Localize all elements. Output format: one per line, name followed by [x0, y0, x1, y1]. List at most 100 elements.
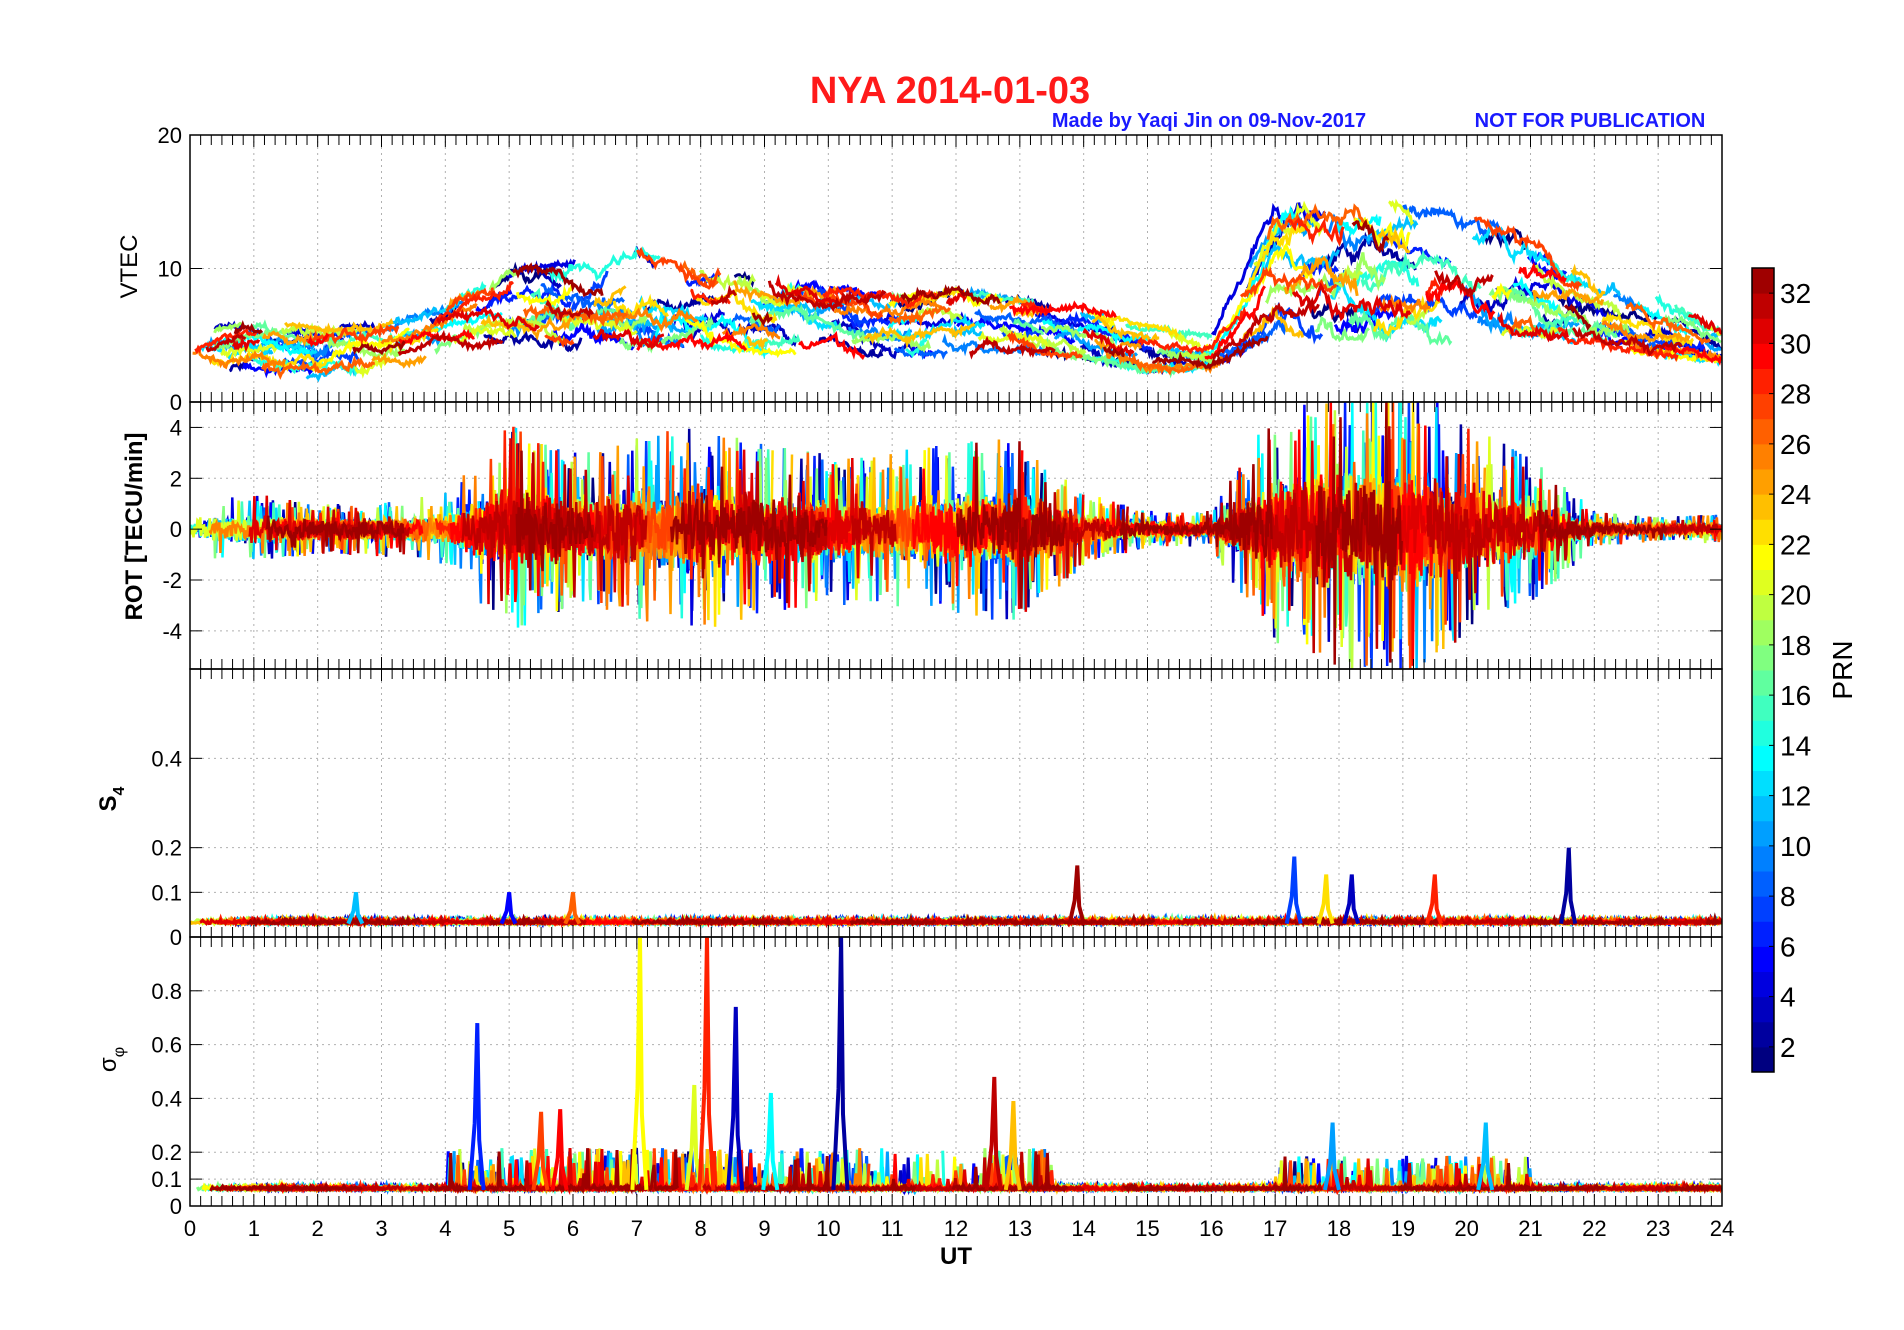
y-tick-label: 0 — [170, 517, 182, 542]
colorbar-tick-label: 16 — [1780, 680, 1811, 711]
colorbar-segment — [1752, 946, 1774, 972]
x-tick-label: 16 — [1199, 1216, 1223, 1241]
x-tick-label: 18 — [1327, 1216, 1351, 1241]
x-tick-label: 9 — [758, 1216, 770, 1241]
x-tick-label: 14 — [1071, 1216, 1095, 1241]
colorbar-segment — [1752, 695, 1774, 721]
peak-prn-21 — [630, 936, 649, 1191]
x-tick-label: 15 — [1135, 1216, 1159, 1241]
x-tick-label: 20 — [1454, 1216, 1478, 1241]
colorbar-tick-label: 8 — [1780, 881, 1796, 912]
colorbar-segment — [1752, 745, 1774, 771]
colorbar-segment — [1752, 820, 1774, 847]
x-tick-label: 6 — [567, 1216, 579, 1241]
y-tick-label: 0.4 — [151, 746, 182, 771]
colorbar-tick-label: 32 — [1780, 278, 1811, 309]
colorbar-segment — [1752, 644, 1774, 671]
y-axis-label: σφ — [95, 1047, 128, 1072]
colorbar-tick-label: 10 — [1780, 831, 1811, 862]
panel-s4: 0 0.1 0.2 0.4 S4 — [95, 668, 1723, 950]
x-tick-label: 0 — [184, 1216, 196, 1241]
panels-group: 01020VTEC-4-2024ROT [TECU/min]00.10.20.4… — [95, 123, 1734, 1270]
colorbar-tick-label: 26 — [1780, 429, 1811, 460]
colorbar: 2468101214161820222426283032PRN — [1751, 267, 1858, 1073]
y-tick-label: 0.2 — [151, 1140, 182, 1165]
x-tick-label: 3 — [375, 1216, 387, 1241]
y-tick-label: 20 — [158, 123, 182, 148]
y-tick-label: 0.6 — [151, 1033, 182, 1058]
x-tick-label: 12 — [944, 1216, 968, 1241]
y-tick-label: 0.4 — [151, 1086, 182, 1111]
x-tick-label: 11 — [881, 1216, 904, 1241]
colorbar-tick-label: 12 — [1780, 781, 1811, 812]
y-tick-label: -4 — [162, 619, 182, 644]
colorbar-tick-label: 2 — [1780, 1032, 1796, 1063]
y-tick-label: 10 — [158, 257, 182, 282]
colorbar-tick-label: 28 — [1780, 379, 1811, 410]
x-tick-label: 17 — [1263, 1216, 1287, 1241]
colorbar-segment — [1752, 1046, 1774, 1073]
colorbar-tick-label: 6 — [1780, 931, 1796, 962]
colorbar-segment — [1752, 519, 1774, 545]
colorbar-segment — [1752, 845, 1774, 872]
y-tick-label: 0 — [170, 925, 182, 950]
peak-prn-2 — [831, 936, 850, 1191]
y-tick-label: 0.8 — [151, 979, 182, 1004]
colorbar-segment — [1752, 443, 1774, 470]
colorbar-segment — [1752, 594, 1774, 621]
colorbar-segment — [1752, 418, 1774, 445]
grid — [190, 669, 1722, 937]
peak-prn-7 — [1284, 856, 1303, 925]
y-tick-label: 2 — [170, 466, 182, 491]
colorbar-segment — [1752, 896, 1774, 922]
y-axis-label: ROT [TECU/min] — [121, 433, 148, 621]
ionosphere-chart: NYA 2014-01-03 Made by Yaqi Jin on 09-No… — [95, 70, 1858, 1270]
x-tick-label: 23 — [1646, 1216, 1670, 1241]
peak-prn-13 — [761, 1092, 780, 1191]
x-tick-label: 22 — [1582, 1216, 1606, 1241]
panel-sigma-phi: 00.10.20.40.60.8σφ0 1 2 3 4 5 6 7 8 9 10 11 12 13 14 15… — [95, 936, 1734, 1270]
colorbar-tick-label: 22 — [1780, 529, 1811, 560]
prn-11-trace — [1595, 282, 1621, 296]
colorbar-segment — [1752, 1021, 1774, 1048]
colorbar-label: PRN — [1827, 640, 1858, 699]
colorbar-segment — [1752, 795, 1774, 822]
colorbar-segment — [1752, 544, 1774, 570]
x-tick-label: 1 — [248, 1216, 260, 1241]
peak-prn-2 — [1559, 847, 1578, 924]
x-tick-label: 21 — [1518, 1216, 1542, 1241]
x-tick-labels: 0 1 2 3 4 5 6 7 8 9 10 11 12 13 14 15 16 17 18 19 20 21 22 23 24 — [184, 1216, 1734, 1241]
peak-prn-32 — [1067, 865, 1086, 925]
colorbar-segment — [1752, 619, 1774, 646]
y-tick-label: 4 — [170, 415, 182, 440]
y-axis-label: S4 — [95, 786, 128, 811]
x-tick-label: 4 — [439, 1216, 451, 1241]
colorbar-segment — [1752, 343, 1774, 369]
colorbar-segment — [1752, 494, 1774, 520]
colorbar-segment — [1752, 368, 1774, 395]
x-tick-label: 13 — [1008, 1216, 1032, 1241]
x-tick-label: 10 — [816, 1216, 840, 1241]
colorbar-tick-label: 20 — [1780, 580, 1811, 611]
colorbar-segment — [1752, 921, 1774, 947]
colorbar-tick-label: 30 — [1780, 328, 1811, 359]
colorbar-tick-label: 14 — [1780, 730, 1811, 761]
x-tick-label: 24 — [1710, 1216, 1734, 1241]
y-tick-label: 0.1 — [151, 1167, 182, 1192]
colorbar-tick-label: 4 — [1780, 982, 1796, 1013]
panel-rot: -4 -2 0 2 4 ROT [TECU/min] — [121, 401, 1723, 670]
chart-title: NYA 2014-01-03 — [810, 70, 1090, 112]
y-tick-label: -2 — [162, 568, 182, 593]
colorbar-segment — [1752, 770, 1774, 797]
colorbar-segment — [1752, 670, 1774, 696]
credit-text: Made by Yaqi Jin on 09-Nov-2017 — [1052, 110, 1366, 132]
colorbar-segment — [1752, 469, 1774, 495]
colorbar-tick-label: 18 — [1780, 630, 1811, 661]
colorbar-segment — [1752, 971, 1774, 998]
x-tick-label: 19 — [1391, 1216, 1415, 1241]
colorbar-segment — [1752, 720, 1774, 746]
x-tick-label: 2 — [312, 1216, 324, 1241]
series-group — [190, 401, 1722, 670]
colorbar-segment — [1752, 318, 1774, 344]
y-tick-label: 0 — [170, 1194, 182, 1219]
